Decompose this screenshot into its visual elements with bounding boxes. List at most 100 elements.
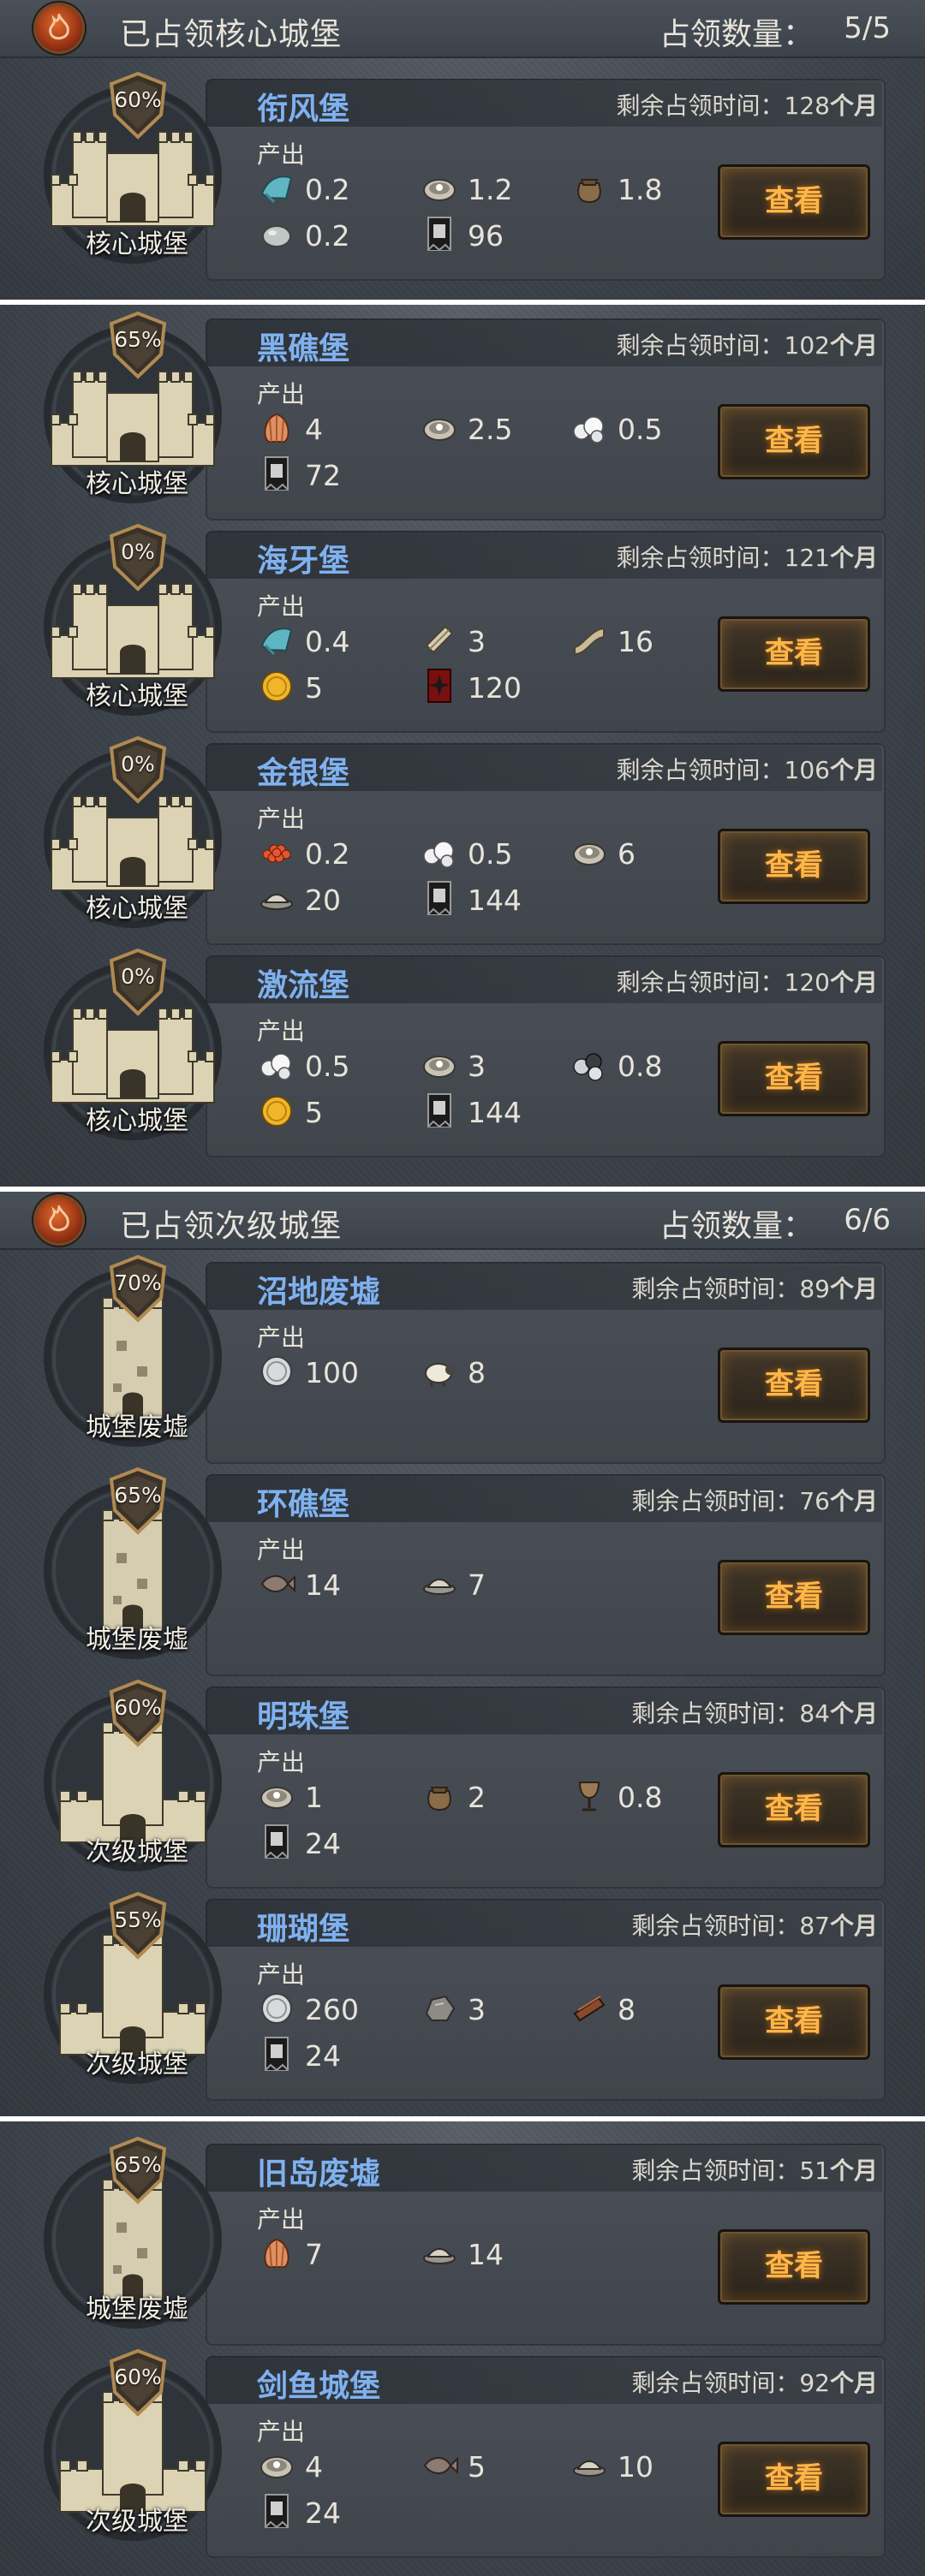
remaining-time-value: 102 [784,331,830,360]
view-button[interactable]: 查看 [718,829,870,904]
core-section-title: 已占领核心城堡 [120,17,343,52]
occupation-percent: 60% [114,2365,162,2389]
secondary-section-header: 已占领次级城堡 占领数量： 6/6 [0,1192,925,1250]
banner-icon [427,217,451,252]
view-button[interactable]: 查看 [718,1041,870,1116]
resource-value: 0.5 [618,413,663,446]
remaining-time-value: 120 [784,968,830,996]
core-count-value: 5/5 [844,11,891,45]
resource-value: 8 [468,1356,486,1389]
resource-value: 144 [468,1096,522,1129]
view-button[interactable]: 查看 [718,2442,870,2517]
remaining-time-unit: 个月 [829,92,878,120]
fish-dish-icon [423,2248,456,2264]
remaining-time-value: 128 [784,92,830,120]
parchment-icon [574,627,605,656]
castle-type-label: 次级城堡 [86,1837,188,1867]
occupation-percent: 55% [114,1907,162,1932]
resource-value: 4 [305,413,323,446]
remaining-time-label: 剩余占领时间： [616,968,785,996]
resource-value: 24 [305,2496,341,2530]
castle-type-label: 核心城堡 [86,1106,188,1136]
resource-value: 7 [468,1568,486,1602]
remaining-time-unit: 个月 [829,331,878,360]
sheep-icon [425,1363,456,1387]
remaining-time-value: 106 [784,756,830,784]
secondary-count-label: 占领数量： [659,1209,814,1244]
silver-coin-icon [261,1993,292,2024]
view-button[interactable]: 查看 [718,1347,870,1423]
resource-value: 1.2 [468,173,513,206]
castle-name: 金银堡 [257,756,350,791]
secondary-count-value: 6/6 [844,1203,891,1237]
castle-name: 激流堡 [257,968,350,1003]
view-button[interactable]: 查看 [718,404,870,479]
remaining-time-unit: 个月 [829,1699,878,1728]
remaining-time: 剩余占领时间：76个月 [631,1483,878,1517]
resource-value: 0.2 [305,219,350,253]
banner-icon [427,1093,451,1128]
view-button[interactable]: 查看 [718,616,870,692]
resource-value: 2 [468,1781,486,1814]
resource-value: 5 [305,1096,323,1129]
castle-name: 旧岛废墟 [257,2157,381,2192]
oyster-icon [423,1056,456,1078]
view-button[interactable]: 查看 [718,1772,870,1847]
black-pearl-icon [573,1053,603,1081]
resource-value: 96 [468,219,504,253]
resource-value: 3 [468,625,486,658]
occupation-percent: 65% [114,327,162,352]
resource-value: 10 [618,2450,653,2484]
resource-value: 7 [305,2238,323,2271]
resource-value: 144 [468,883,522,917]
castle-entry: 60% 次级城堡 剑鱼城堡 剩余占领时间：92个月 产出 4 5 10 24 查看 [0,2348,925,2561]
castle-type-label: 城堡废墟 [86,1413,188,1443]
fish-dish-icon [573,2460,606,2477]
silver-coin-icon [261,1356,292,1387]
castle-entry: 60% 核心城堡 衔风堡 剩余占领时间：128个月 产出 0.2 1.2 1.8 0.2 96 查看 [0,71,925,284]
remaining-time-unit: 个月 [829,2157,878,2185]
castle-name: 衔风堡 [257,92,350,127]
resource-value: 120 [468,671,522,705]
castle-entry: 60% 次级城堡 明珠堡 剩余占领时间：84个月 产出 1 2 0.8 24 查看 [0,1679,925,1892]
remaining-time: 剩余占领时间：87个月 [631,1907,878,1942]
remaining-time-unit: 个月 [829,1487,878,1515]
banner-icon [265,1824,289,1859]
wood-plank-icon [573,1996,606,2022]
view-button[interactable]: 查看 [718,1560,870,1635]
fish-icon [260,1574,295,1593]
view-button[interactable]: 查看 [718,164,870,240]
castle-type-label: 城堡废墟 [86,2294,188,2324]
produce-label: 产出 [257,1324,306,1352]
pearl-icon [573,416,604,443]
flame-emblem-icon [36,1197,82,1243]
remaining-time-unit: 个月 [829,2369,878,2397]
fish-dish-icon [260,894,293,910]
remaining-time-label: 剩余占领时间： [631,2157,800,2185]
remaining-time-label: 剩余占领时间： [616,331,785,360]
resource-value: 0.4 [305,625,350,658]
remaining-time: 剩余占领时间：89个月 [631,1270,878,1305]
occupation-percent: 65% [114,1483,162,1508]
fish-dish-icon [423,1579,456,1595]
fish-icon [423,2456,458,2475]
remaining-time-unit: 个月 [829,756,878,784]
remaining-time-unit: 个月 [829,968,878,996]
remaining-time-value: 87 [799,1912,830,1940]
resource-value: 16 [618,625,653,658]
scroll-icon [425,625,454,654]
view-button[interactable]: 查看 [718,1984,870,2060]
resource-value: 3 [468,1993,486,2026]
remaining-time-unit: 个月 [829,1912,878,1940]
remaining-time: 剩余占领时间：84个月 [631,1695,878,1729]
secondary-castles-panel: 已占领次级城堡 占领数量： 6/6 70% 城堡废墟 沼地废墟 剩余占领时间：89个月… [0,1192,925,2116]
castle-name: 环礁堡 [257,1487,350,1522]
view-button[interactable]: 查看 [718,2229,870,2305]
resource-value: 6 [618,837,636,871]
remaining-time-value: 51 [799,2157,830,2185]
remaining-time-label: 剩余占领时间： [616,92,785,120]
castle-entry: 0% 核心城堡 金银堡 剩余占领时间：106个月 产出 0.2 0.5 6 20 144 查看 [0,735,925,949]
castle-type-label: 次级城堡 [86,2049,188,2079]
pearl-icon [260,1053,291,1080]
resource-value: 4 [305,2450,323,2484]
